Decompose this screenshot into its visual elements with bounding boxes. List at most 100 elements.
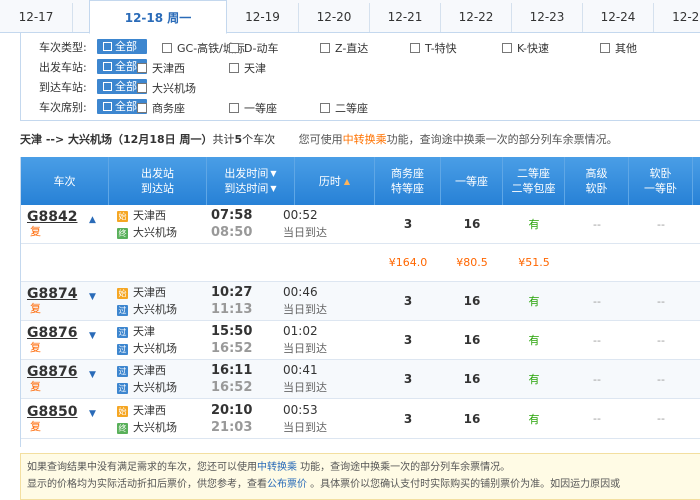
- note-line-2: 显示的价格均为实际活动折扣后票价，供您参考，查看公布票价 。具体票价以您确认支付…: [27, 476, 700, 493]
- checkbox-icon[interactable]: [229, 43, 239, 53]
- seat-soft: --: [593, 333, 601, 347]
- option-label: 大兴机场: [152, 82, 196, 95]
- hint-prefix: 您可使用: [298, 133, 343, 146]
- checkbox-icon[interactable]: [137, 63, 147, 73]
- date-tab-12-25[interactable]: 12-25: [654, 3, 700, 32]
- duration: 00:52: [283, 208, 318, 222]
- date-tab-12-24[interactable]: 12-24: [583, 3, 654, 32]
- transfer-hint: 您可使用中转换乘功能，查询途中换乘一次的部分列车余票情况。: [299, 133, 618, 146]
- note-text: 显示的价格均为实际活动折扣后票价，供您参考，查看: [27, 479, 267, 490]
- from-station: 始天津西: [117, 402, 207, 419]
- fu-badge: 复: [30, 380, 41, 393]
- all-button[interactable]: 全部: [97, 39, 147, 54]
- table-header: 车次 出发站 到达站 出发时间 ▼ 到达时间 ▼ 历时 ▲ 商务座 特等座 一等座 二等座…: [21, 157, 700, 205]
- from-station-name: 天津西: [133, 364, 166, 377]
- date-tab-12-19[interactable]: 12-19: [227, 3, 299, 32]
- checkbox-icon[interactable]: [502, 43, 512, 53]
- date-tab-12-20[interactable]: 12-20: [299, 3, 370, 32]
- date-tab-12-21[interactable]: 12-21: [370, 3, 441, 32]
- filter-option-t[interactable]: T-特快: [410, 40, 457, 56]
- filter-option-tianjinxi[interactable]: 天津西: [137, 60, 185, 76]
- duration-cell: 00:53 当日到达: [283, 399, 373, 438]
- filter-option-d[interactable]: D-动车: [229, 40, 278, 56]
- date-tab-12-22[interactable]: 12-22: [441, 3, 512, 32]
- date-tab-12-18[interactable]: 12-18 周一: [89, 0, 227, 34]
- checkbox-icon[interactable]: [320, 103, 330, 113]
- checkbox-icon[interactable]: [410, 43, 420, 53]
- header-label: 特等座: [391, 182, 424, 195]
- expand-down-icon[interactable]: ▼: [89, 331, 96, 341]
- seat-second: 有: [528, 218, 540, 231]
- seat-business: 3: [403, 372, 413, 386]
- sort-up-icon[interactable]: ▲: [344, 174, 350, 189]
- seat-softbed: --: [657, 372, 665, 386]
- header-label: 二等座: [517, 167, 550, 180]
- count-suffix: 个车次: [242, 133, 276, 146]
- pass-badge-icon: 过: [117, 327, 128, 338]
- filter-option-k[interactable]: K-快速: [502, 40, 549, 56]
- duration-cell: 00:46 当日到达: [283, 282, 373, 320]
- option-label: D-动车: [244, 42, 279, 55]
- filter-option-first[interactable]: 一等座: [229, 100, 277, 116]
- result-summary: 天津 --> 大兴机场（12月18日 周一）共计5个车次 您可使用中转换乘功能，…: [20, 131, 618, 147]
- date-tabs: 12-17 12-18 周一 12-19 12-20 12-21 12-22 1…: [0, 0, 700, 34]
- checkbox-icon[interactable]: [137, 103, 147, 113]
- to-station-name: 大兴机场: [133, 342, 177, 355]
- from-station-name: 天津西: [133, 209, 166, 222]
- from-station: 始天津西: [117, 207, 207, 224]
- filter-option-z[interactable]: Z-直达: [320, 40, 368, 56]
- option-label: K-快速: [517, 42, 550, 55]
- station-cell: 始天津西 终大兴机场: [117, 399, 207, 438]
- price-business: ¥164.0: [388, 256, 428, 269]
- public-price-link[interactable]: 公布票价: [267, 479, 307, 490]
- checkbox-icon[interactable]: [137, 83, 147, 93]
- checkbox-icon[interactable]: [229, 103, 239, 113]
- filter-option-tianjin[interactable]: 天津: [229, 60, 266, 76]
- checkbox-icon: [103, 62, 112, 71]
- header-duration[interactable]: 历时 ▲: [295, 157, 375, 205]
- seat-soft: --: [593, 217, 601, 231]
- filter-label: 出发车站:: [39, 61, 87, 74]
- arrival-day: 当日到达: [283, 303, 327, 316]
- header-label: 软卧: [585, 182, 608, 195]
- filter-option-other[interactable]: 其他: [600, 40, 637, 56]
- start-badge-icon: 始: [117, 288, 128, 299]
- option-label: T-特快: [425, 42, 457, 55]
- header-label: 到达站: [141, 182, 174, 195]
- filter-option-daxing[interactable]: 大兴机场: [137, 80, 196, 96]
- seat-softbed: --: [657, 217, 665, 231]
- expand-down-icon[interactable]: ▼: [89, 292, 96, 302]
- sort-down-icon[interactable]: ▼: [270, 181, 276, 196]
- transfer-link[interactable]: 中转换乘: [257, 462, 297, 473]
- checkbox-icon: [103, 42, 112, 51]
- checkbox-icon[interactable]: [229, 63, 239, 73]
- seat-second: 有: [528, 295, 540, 308]
- header-label: 出发时间: [224, 167, 269, 180]
- date-tab-12-17[interactable]: 12-17: [0, 3, 73, 32]
- from-station: 过天津西: [117, 362, 207, 379]
- header-time[interactable]: 出发时间 ▼ 到达时间 ▼: [207, 157, 295, 205]
- expand-down-icon[interactable]: ▼: [89, 409, 96, 419]
- station-cell: 过天津 过大兴机场: [117, 321, 207, 359]
- transfer-link[interactable]: 中转换乘: [343, 133, 387, 146]
- header-business: 商务座 特等座: [375, 157, 441, 205]
- header-softbed: 软卧 一等卧: [629, 157, 693, 205]
- to-station-name: 大兴机场: [133, 381, 177, 394]
- to-station: 过大兴机场: [117, 301, 207, 318]
- checkbox-icon[interactable]: [320, 43, 330, 53]
- filter-option-second[interactable]: 二等座: [320, 100, 368, 116]
- sort-down-icon[interactable]: ▼: [270, 166, 276, 181]
- checkbox-icon[interactable]: [162, 43, 172, 53]
- duration: 01:02: [283, 324, 318, 338]
- start-badge-icon: 始: [117, 211, 128, 222]
- to-station-name: 大兴机场: [133, 420, 177, 434]
- filter-row-arrival: 到达车站: 全部 大兴机场: [21, 77, 700, 95]
- expand-down-icon[interactable]: ▼: [89, 370, 96, 380]
- header-second: 二等座 二等包座: [503, 157, 565, 205]
- header-train[interactable]: 车次: [21, 157, 109, 205]
- date-tab-12-23[interactable]: 12-23: [512, 3, 583, 32]
- checkbox-icon[interactable]: [600, 43, 610, 53]
- filter-option-business[interactable]: 商务座: [137, 100, 185, 116]
- collapse-up-icon[interactable]: ▲: [89, 215, 96, 225]
- arrival-day: 当日到达: [283, 420, 327, 434]
